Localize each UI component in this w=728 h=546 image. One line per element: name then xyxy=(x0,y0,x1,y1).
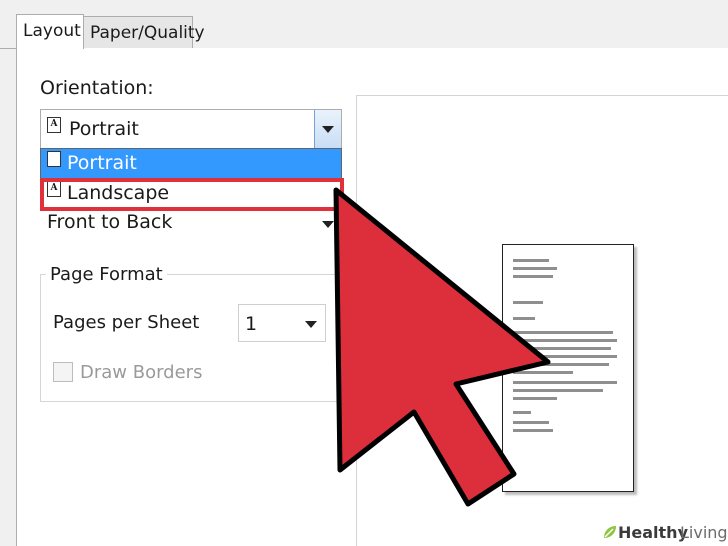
preview-text-line xyxy=(513,363,609,366)
landscape-highlight-box xyxy=(40,178,344,211)
preview-text-line xyxy=(513,267,557,270)
chevron-down-icon xyxy=(322,126,334,133)
preview-text-line xyxy=(513,371,573,374)
tab-layout[interactable]: Layout xyxy=(16,14,84,49)
preview-text-line xyxy=(513,339,617,342)
preview-text-line xyxy=(513,317,535,320)
preview-text-line xyxy=(513,381,617,384)
chevron-down-icon xyxy=(305,321,317,328)
chevron-down-icon xyxy=(322,221,334,228)
watermark-text-healthy: Healthy xyxy=(618,523,688,542)
preview-text-line xyxy=(513,355,617,358)
tab-paper-quality[interactable]: Paper/Quality xyxy=(84,16,205,48)
page-order-combobox[interactable]: Front to Back xyxy=(40,208,340,240)
option-portrait[interactable]: A Portrait xyxy=(41,149,341,179)
tab-strip: Layout Paper/Quality xyxy=(0,0,728,49)
pages-per-sheet-value: 1 xyxy=(245,313,258,335)
portrait-document-icon: A xyxy=(47,117,61,133)
preview-text-line xyxy=(513,331,613,334)
orientation-dropdown-button[interactable] xyxy=(314,110,341,148)
orientation-selected-value: Portrait xyxy=(69,118,139,140)
orientation-label: Orientation: xyxy=(40,77,154,99)
preview-text-line xyxy=(513,397,557,400)
preview-text-line xyxy=(513,411,531,414)
option-portrait-label: Portrait xyxy=(67,152,137,174)
page-preview xyxy=(502,244,634,492)
draw-borders-checkbox[interactable] xyxy=(53,362,73,382)
healthy-living-watermark: Healthy Living xyxy=(598,520,728,546)
preview-text-line xyxy=(513,429,553,432)
preview-text-line xyxy=(513,421,549,424)
preview-text-line xyxy=(513,259,549,262)
preview-text-line xyxy=(513,275,553,278)
page-order-value: Front to Back xyxy=(47,211,173,233)
leaf-logo-icon xyxy=(604,526,616,538)
preview-text-line xyxy=(513,347,611,350)
draw-borders-label: Draw Borders xyxy=(80,362,203,383)
orientation-combobox[interactable]: A Portrait xyxy=(40,109,342,149)
pages-per-sheet-select[interactable]: 1 xyxy=(238,304,326,342)
pages-per-sheet-label: Pages per Sheet xyxy=(53,312,200,333)
portrait-document-icon: A xyxy=(47,151,61,167)
preview-text-line xyxy=(513,389,603,392)
preview-text-line xyxy=(513,301,543,304)
watermark-text-living: Living xyxy=(680,523,728,542)
page-format-title: Page Format xyxy=(46,264,167,285)
